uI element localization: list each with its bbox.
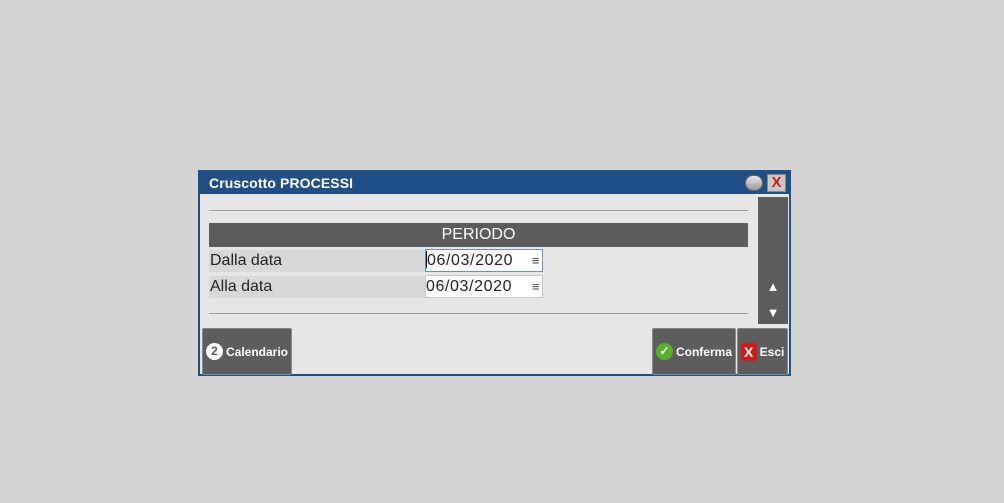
calendario-button[interactable]: 2 Calendario (202, 328, 292, 375)
title-bar: Cruscotto PROCESSI X (200, 172, 789, 194)
vertical-scrollbar[interactable]: ▲ ▼ (758, 197, 788, 324)
menu-icon[interactable]: ≡ (532, 276, 540, 297)
esci-label: Esci (759, 344, 785, 359)
section-periodo-header: PERIODO (209, 223, 748, 247)
exit-icon: X (740, 342, 757, 361)
divider-bottom (209, 313, 748, 314)
scroll-up-icon[interactable]: ▲ (758, 277, 788, 297)
dalla-data-value: 06/03/2020 (427, 252, 514, 269)
cruscotto-processi-dialog: Cruscotto PROCESSI X PERIODO Dalla data … (198, 170, 791, 376)
dalla-data-label: Dalla data (209, 250, 425, 272)
close-icon[interactable]: X (767, 174, 786, 192)
alla-data-label: Alla data (209, 276, 425, 298)
check-icon: ✓ (655, 343, 673, 360)
menu-icon[interactable]: ≡ (532, 250, 540, 271)
calendario-label: Calendario (225, 344, 288, 359)
calendar-shortcut-icon: 2 (205, 343, 223, 360)
alla-data-value: 06/03/2020 (426, 278, 513, 295)
divider-top (209, 210, 748, 211)
dalla-data-input[interactable]: 06/03/2020 ≡ (425, 249, 543, 272)
scroll-down-icon[interactable]: ▼ (758, 303, 788, 323)
alla-data-input[interactable]: 06/03/2020 ≡ (425, 275, 543, 298)
conferma-label: Conferma (675, 344, 732, 359)
conferma-button[interactable]: ✓ Conferma (652, 328, 736, 375)
esci-button[interactable]: X Esci (737, 328, 788, 375)
minimize-icon[interactable] (745, 175, 763, 191)
dialog-title: Cruscotto PROCESSI (209, 175, 354, 191)
